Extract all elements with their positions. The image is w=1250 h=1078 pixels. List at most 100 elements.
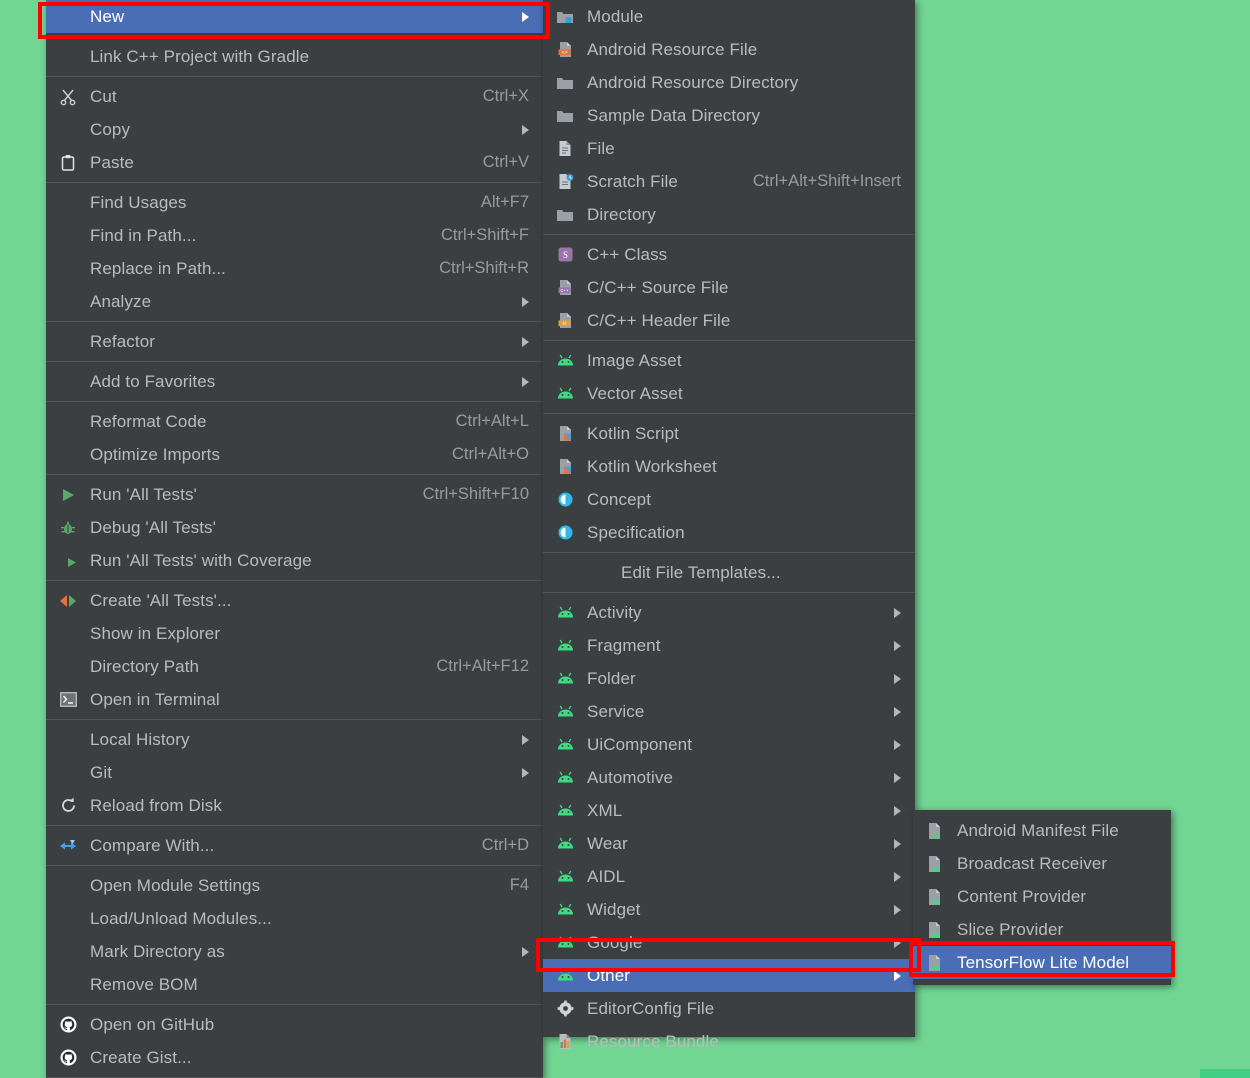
menu-item-local-history[interactable]: Local History: [46, 723, 543, 756]
menu-item-cut[interactable]: Cut Ctrl+X: [46, 80, 543, 113]
menu-item-editorconfig-file[interactable]: EditorConfig File: [543, 992, 915, 1025]
new-submenu[interactable]: Module <> Android Resource File Android R…: [543, 0, 915, 1051]
menu-item-fragment[interactable]: Fragment: [543, 629, 915, 662]
menu-item-android-resource-file[interactable]: <> Android Resource File: [543, 33, 915, 66]
menu-item-show-in-explorer[interactable]: Show in Explorer: [46, 617, 543, 650]
menu-item-analyze[interactable]: Analyze: [46, 285, 543, 318]
menu-item-resource-bundle[interactable]: Resource Bundle: [543, 1025, 915, 1058]
android-icon: [553, 933, 577, 953]
menu-item-wear[interactable]: Wear: [543, 827, 915, 860]
menu-item-xml[interactable]: XML: [543, 794, 915, 827]
menu-item-run-all-tests-with-coverage[interactable]: Run 'All Tests' with Coverage: [46, 544, 543, 577]
menu-item-add-to-favorites[interactable]: Add to Favorites: [46, 365, 543, 398]
menu-item-open-in-terminal[interactable]: Open in Terminal: [46, 683, 543, 716]
menu-item-remove-bom[interactable]: Remove BOM: [46, 968, 543, 1001]
menu-item-label: AIDL: [587, 866, 626, 886]
menu-item-new[interactable]: New: [46, 0, 543, 33]
chevron-right-icon: [894, 937, 901, 948]
menu-item-optimize-imports[interactable]: Optimize Imports Ctrl+Alt+O: [46, 438, 543, 471]
chevron-right-icon: [522, 336, 529, 347]
menu-item-google[interactable]: Google: [543, 926, 915, 959]
menu-item-debug-all-tests[interactable]: Debug 'All Tests': [46, 511, 543, 544]
menu-item-scratch-file[interactable]: Scratch File Ctrl+Alt+Shift+Insert: [543, 165, 915, 198]
menu-item-service[interactable]: Service: [543, 695, 915, 728]
menu-item-label: Load/Unload Modules...: [90, 908, 272, 928]
menu-item-find-in-path[interactable]: Find in Path... Ctrl+Shift+F: [46, 219, 543, 252]
menu-item-label: Link C++ Project with Gradle: [90, 46, 310, 66]
android-icon: [553, 351, 577, 371]
menu-item-label: Broadcast Receiver: [957, 853, 1108, 873]
menu-item-c-class[interactable]: S C++ Class: [543, 238, 915, 271]
menu-item-android-resource-directory[interactable]: Android Resource Directory: [543, 66, 915, 99]
menu-item-kotlin-script[interactable]: Kotlin Script: [543, 417, 915, 450]
menu-item-shortcut: Alt+F7: [480, 193, 529, 211]
menu-item-vector-asset[interactable]: Vector Asset: [543, 377, 915, 410]
menu-item-folder[interactable]: Folder: [543, 662, 915, 695]
menu-item-create-all-tests[interactable]: Create 'All Tests'...: [46, 584, 543, 617]
menu-item-git[interactable]: Git: [46, 756, 543, 789]
menu-item-label: Run 'All Tests': [90, 484, 197, 504]
menu-item-find-usages[interactable]: Find Usages Alt+F7: [46, 186, 543, 219]
menu-separator: [46, 76, 543, 77]
menu-item-broadcast-receiver[interactable]: Broadcast Receiver: [913, 847, 1171, 880]
menu-item-label: Run 'All Tests' with Coverage: [90, 550, 312, 570]
menu-item-uicomponent[interactable]: UiComponent: [543, 728, 915, 761]
reload-icon: [56, 796, 80, 816]
concept-icon: [553, 490, 577, 510]
svg-text:<>: <>: [561, 50, 567, 56]
menu-item-shortcut: Ctrl+Alt+Shift+Insert: [752, 172, 901, 190]
menu-item-c-c-header-file[interactable]: H C/C++ Header File: [543, 304, 915, 337]
menu-separator: [46, 474, 543, 475]
menu-item-label: Wear: [587, 833, 628, 853]
menu-item-automotive[interactable]: Automotive: [543, 761, 915, 794]
chevron-right-icon: [522, 11, 529, 22]
menu-item-label: Find in Path...: [90, 225, 197, 245]
kotlin-file-icon: [553, 457, 577, 477]
menu-item-kotlin-worksheet[interactable]: Kotlin Worksheet: [543, 450, 915, 483]
menu-item-label: Google: [587, 932, 643, 952]
menu-item-load-unload-modules[interactable]: Load/Unload Modules...: [46, 902, 543, 935]
menu-item-label: Copy: [90, 119, 131, 139]
menu-item-open-module-settings[interactable]: Open Module Settings F4: [46, 869, 543, 902]
menu-item-c-c-source-file[interactable]: C++ C/C++ Source File: [543, 271, 915, 304]
menu-separator: [46, 1004, 543, 1005]
project-context-menu[interactable]: New Link C++ Project with Gradle Cut Ctrl+…: [46, 0, 543, 1078]
menu-item-paste[interactable]: Paste Ctrl+V: [46, 146, 543, 179]
menu-item-concept[interactable]: Concept: [543, 483, 915, 516]
menu-item-tensorflow-lite-model[interactable]: TensorFlow Lite Model: [913, 946, 1171, 979]
menu-item-slice-provider[interactable]: Slice Provider: [913, 913, 1171, 946]
menu-item-module[interactable]: Module: [543, 0, 915, 33]
menu-item-replace-in-path[interactable]: Replace in Path... Ctrl+Shift+R: [46, 252, 543, 285]
menu-item-link-c-project-with-gradle[interactable]: Link C++ Project with Gradle: [46, 40, 543, 73]
menu-item-compare-with[interactable]: Compare With... Ctrl+D: [46, 829, 543, 862]
menu-item-directory-path[interactable]: Directory Path Ctrl+Alt+F12: [46, 650, 543, 683]
menu-item-activity[interactable]: Activity: [543, 596, 915, 629]
menu-item-run-all-tests[interactable]: Run 'All Tests' Ctrl+Shift+F10: [46, 478, 543, 511]
menu-item-widget[interactable]: Widget: [543, 893, 915, 926]
menu-item-create-gist[interactable]: Create Gist...: [46, 1041, 543, 1074]
menu-item-reformat-code[interactable]: Reformat Code Ctrl+Alt+L: [46, 405, 543, 438]
menu-item-mark-directory-as[interactable]: Mark Directory as: [46, 935, 543, 968]
menu-item-file[interactable]: File: [543, 132, 915, 165]
menu-item-image-asset[interactable]: Image Asset: [543, 344, 915, 377]
menu-item-refactor[interactable]: Refactor: [46, 325, 543, 358]
menu-item-edit-file-templates[interactable]: Edit File Templates...: [543, 556, 915, 589]
menu-item-directory[interactable]: Directory: [543, 198, 915, 231]
other-submenu[interactable]: Android Manifest File Broadcast Receiver…: [913, 810, 1171, 985]
menu-item-open-on-github[interactable]: Open on GitHub: [46, 1008, 543, 1041]
menu-item-copy[interactable]: Copy: [46, 113, 543, 146]
menu-item-label: Local History: [90, 729, 190, 749]
menu-item-content-provider[interactable]: Content Provider: [913, 880, 1171, 913]
menu-item-aidl[interactable]: AIDL: [543, 860, 915, 893]
menu-item-specification[interactable]: Specification: [543, 516, 915, 549]
menu-item-other[interactable]: Other: [543, 959, 915, 992]
menu-item-label: Optimize Imports: [90, 444, 221, 464]
menu-item-reload-from-disk[interactable]: Reload from Disk: [46, 789, 543, 822]
menu-item-label: Find Usages: [90, 192, 187, 212]
svg-text:H: H: [562, 321, 565, 327]
specification-icon: [553, 523, 577, 543]
menu-item-label: Android Manifest File: [957, 820, 1119, 840]
menu-item-android-manifest-file[interactable]: Android Manifest File: [913, 814, 1171, 847]
menu-item-label: Sample Data Directory: [587, 105, 761, 125]
menu-item-sample-data-directory[interactable]: Sample Data Directory: [543, 99, 915, 132]
